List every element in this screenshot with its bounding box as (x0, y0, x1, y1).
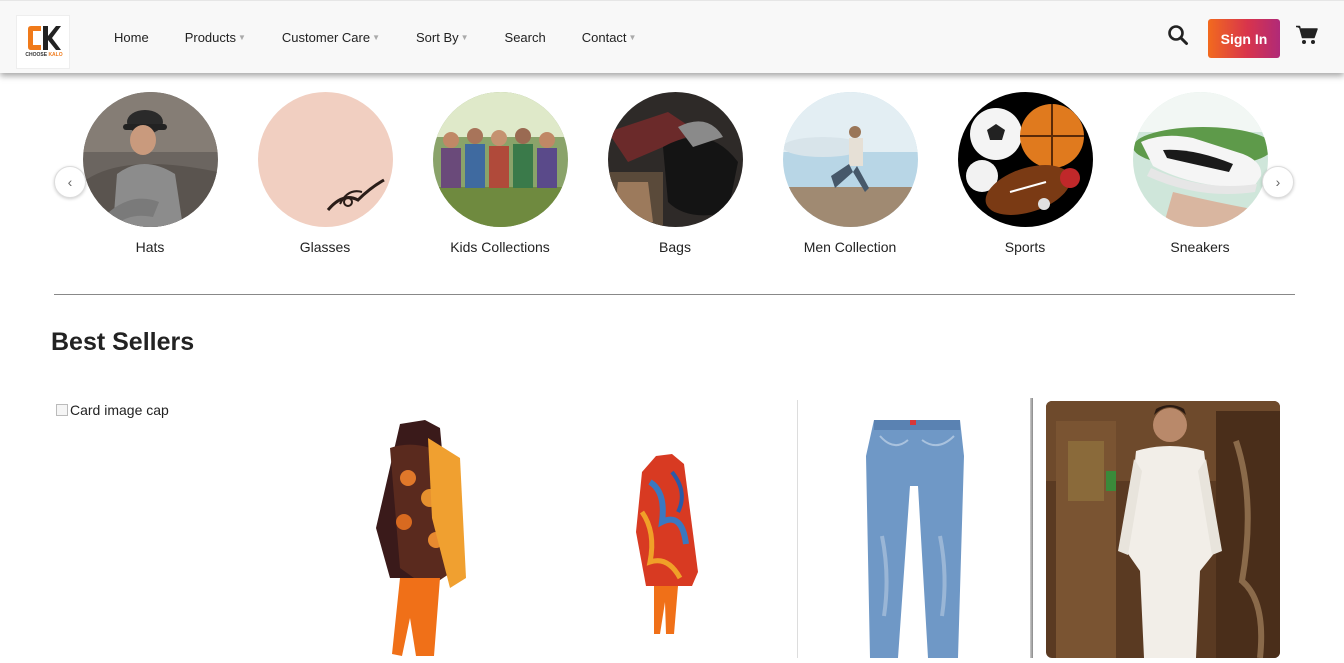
category-label: Sneakers (1170, 239, 1230, 255)
nav-item-home[interactable]: Home (96, 30, 167, 45)
category-label: Glasses (299, 239, 351, 255)
caret-down-icon: ▼ (460, 33, 469, 42)
caret-down-icon: ▼ (238, 33, 246, 42)
category-image (782, 92, 918, 227)
category-label: Hats (135, 239, 165, 255)
navbar: CHOOSE KALO Home Products ▼ Customer Care… (0, 0, 1344, 73)
nav-item-label: Contact (581, 30, 627, 45)
category-image (257, 92, 393, 227)
product-image (1046, 401, 1280, 658)
category-item-glasses[interactable]: Glasses (255, 92, 395, 255)
nav-item-customer-care[interactable]: Customer Care ▼ (264, 30, 398, 45)
caret-down-icon: ▼ (628, 33, 637, 42)
nav-item-label: Products (184, 30, 236, 45)
search-icon[interactable] (1167, 24, 1189, 46)
broken-image-icon (56, 404, 68, 416)
nav-item-search[interactable]: Search (487, 30, 564, 45)
category-image (957, 92, 1093, 227)
nav-item-label: Customer Care (281, 30, 371, 45)
category-item-sneakers[interactable]: Sneakers (1130, 92, 1270, 255)
card-separator (797, 400, 798, 658)
nav-item-products[interactable]: Products ▼ (167, 30, 264, 45)
category-item-kids-collections[interactable]: Kids Collections (430, 92, 570, 255)
category-image (432, 92, 568, 227)
nav-item-label: Search (504, 30, 546, 45)
category-image (1132, 92, 1268, 227)
cart-icon[interactable] (1296, 25, 1318, 45)
product-card-jeans[interactable] (860, 416, 974, 658)
category-item-hats[interactable]: Hats (80, 92, 220, 255)
main-nav: Home Products ▼ Customer Care ▼ Sort By ▼ S… (96, 1, 654, 74)
brand-logo[interactable]: CHOOSE KALO (16, 15, 70, 69)
logo-text-b: KALO (48, 52, 63, 58)
product-image (866, 420, 964, 658)
category-item-bags[interactable]: Bags (605, 92, 745, 255)
nav-item-sort-by[interactable]: Sort By ▼ (398, 30, 487, 45)
nav-item-label: Home (114, 30, 149, 45)
category-label: Sports (1004, 239, 1046, 255)
chevron-right-icon: › (1275, 174, 1281, 190)
product-card-orange-suit[interactable] (370, 418, 470, 658)
product-card-white-kurta[interactable] (1046, 401, 1280, 658)
category-image (607, 92, 743, 227)
broken-image-alt: Card image cap (70, 402, 169, 418)
logo-text-a: CHOOSE (25, 52, 48, 58)
product-image (636, 454, 698, 634)
chevron-left-icon: ‹ (67, 174, 73, 190)
nav-item-contact[interactable]: Contact ▼ (564, 30, 655, 45)
category-label: Bags (659, 239, 691, 255)
category-item-sports[interactable]: Sports (955, 92, 1095, 255)
best-sellers-row: Card image cap (54, 398, 1294, 658)
caret-down-icon: ▼ (372, 33, 380, 42)
category-carousel: ‹ Hats Glasses Kids Collections Bags Men… (54, 92, 1294, 272)
card-shadow-edge (1030, 398, 1033, 658)
nav-item-label: Sort By (415, 30, 459, 45)
category-label: Kids Collections (450, 239, 550, 255)
logo-mark-icon (28, 26, 61, 50)
carousel-next-button[interactable]: › (1262, 166, 1294, 198)
category-label: Men Collection (803, 239, 897, 255)
product-card-printed-kurta[interactable] (632, 452, 702, 638)
logo-text: CHOOSE KALO (19, 52, 69, 58)
product-image (376, 420, 466, 656)
category-item-men-collection[interactable]: Men Collection (780, 92, 920, 255)
carousel-prev-button[interactable]: ‹ (54, 166, 86, 198)
best-sellers-title: Best Sellers (51, 328, 195, 356)
sign-in-button[interactable]: Sign In (1208, 19, 1280, 58)
section-divider (54, 294, 1295, 295)
broken-product-image[interactable]: Card image cap (56, 402, 169, 418)
category-image (82, 92, 218, 227)
